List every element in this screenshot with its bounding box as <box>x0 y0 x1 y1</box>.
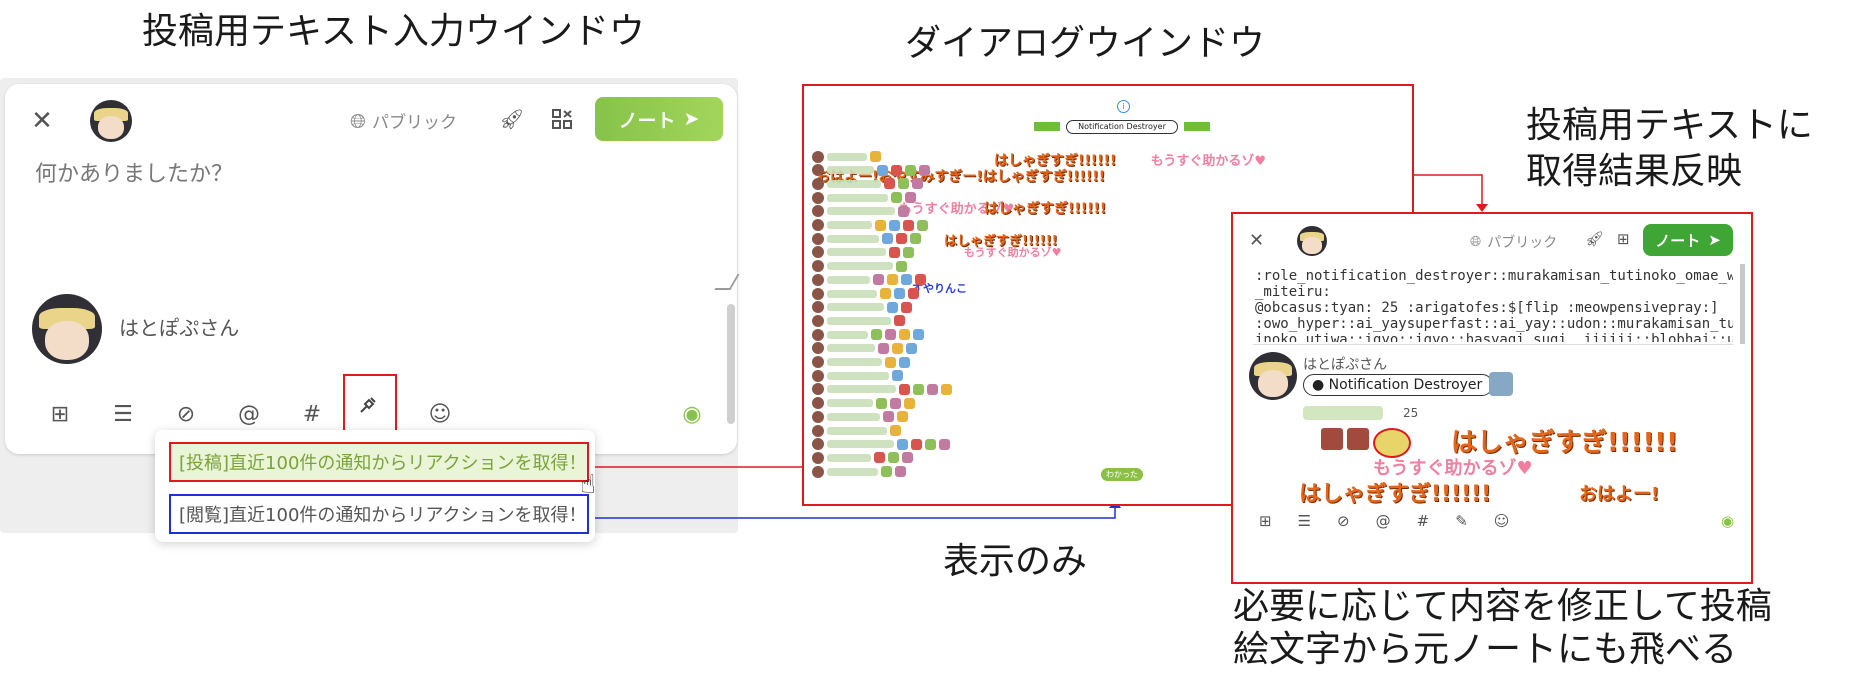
result-text-line: @obcasus:tyan: 25 :arigatofes:$[flip :me… <box>1255 300 1719 316</box>
result-visibility-label: パブリック <box>1487 235 1558 251</box>
result-poll-icon[interactable]: ☰ <box>1298 512 1311 536</box>
result-text-line: :owo_hyper::ai_yaysuperfast::ai_yay::udo… <box>1255 316 1733 332</box>
dialog-reaction-row <box>812 314 905 327</box>
dialog-badge: Notification Destroyer <box>1066 120 1178 134</box>
result-visibility-selector[interactable]: 🌐︎ パブリック <box>1470 232 1557 252</box>
result-blurred-name <box>1303 406 1383 420</box>
dialog-reaction-row <box>812 397 915 410</box>
dialog-reaction-row <box>812 438 950 451</box>
result-rocket-icon[interactable]: 🚀︎ <box>1585 230 1604 248</box>
result-ohayo-text: おはよー! <box>1579 484 1660 505</box>
result-cat-emoji <box>1489 372 1513 396</box>
ok-button[interactable]: わかった <box>1101 468 1143 481</box>
dialog-reaction-row <box>812 273 926 286</box>
dialog-reaction-row <box>812 328 924 341</box>
result-globe-icon: 🌐︎ <box>1470 234 1482 250</box>
result-plugin-icon[interactable]: ✎ <box>1455 512 1468 536</box>
blue-connector-to-dialog <box>595 504 1116 519</box>
result-badge: ● Notification Destroyer <box>1303 374 1493 396</box>
dialog-reaction-row <box>812 356 910 369</box>
result-text-line: _miteiru: <box>1255 284 1331 300</box>
result-avatar <box>1297 226 1327 256</box>
dialog-emoji-left <box>1034 122 1060 131</box>
dialog-reaction-row <box>812 191 916 204</box>
bomb-icon: ● <box>1312 377 1325 393</box>
result-textarea[interactable]: :role_notification_destroyer::murakamisa… <box>1255 268 1733 342</box>
dialog-reaction-row <box>812 369 903 382</box>
dialog-reaction-row <box>812 342 917 355</box>
dialog-reaction-row <box>812 246 914 259</box>
dialog-reaction-row <box>812 219 928 232</box>
result-note-post-button[interactable]: ノート ➤ <box>1643 224 1733 256</box>
result-toolbar: ⊞ ☰ ⊘ @ # ✎ ☺ <box>1259 512 1729 536</box>
result-send-icon: ➤ <box>1708 231 1721 249</box>
result-count: 25 <box>1403 406 1419 420</box>
result-divider <box>1253 344 1733 345</box>
result-text-content: :role_notification_destroyer::murakamisa… <box>1255 268 1733 342</box>
ok-button-label: わかった <box>1106 470 1138 479</box>
dialog-reaction-row <box>812 150 881 163</box>
result-preview-avatar <box>1249 352 1297 400</box>
dialog-reaction-row <box>812 164 930 177</box>
dialog-line-4: はしゃぎすぎ!!!!!! <box>984 201 1107 217</box>
result-plugin-grid-icon[interactable]: ⊞ <box>1617 230 1630 248</box>
result-hashtag-icon[interactable]: # <box>1417 512 1430 536</box>
dialog-reaction-row <box>812 383 952 396</box>
dialog-reaction-row <box>812 177 923 190</box>
result-badge-label: Notification Destroyer <box>1328 377 1483 393</box>
info-icon: i <box>1117 100 1130 113</box>
dialog-reaction-row <box>812 451 913 464</box>
dialog-line-6: もうすぐ助かるゾ♥ <box>964 246 1062 259</box>
dialog-reaction-row <box>812 301 912 314</box>
dialog-reaction-row <box>812 424 901 437</box>
dialog-reaction-row <box>812 260 907 273</box>
dialog-emoji-right <box>1184 122 1210 131</box>
dialog-reaction-row <box>812 410 908 423</box>
result-mention-icon[interactable]: @ <box>1376 512 1391 536</box>
red-connector-to-result <box>1410 174 1483 210</box>
result-emoji-icon[interactable]: ☺ <box>1494 512 1510 536</box>
result-window: ✕ 🌐︎ パブリック 🚀︎ ⊞ ノート ➤ :role_notification… <box>1231 212 1753 584</box>
dialog-reaction-row <box>812 287 919 300</box>
dialog-reaction-row <box>812 232 921 245</box>
result-close-icon[interactable]: ✕ <box>1249 230 1264 251</box>
result-text-line: :role_notification_destroyer::murakamisa… <box>1255 268 1733 284</box>
result-user-name: はとぽぷさん <box>1303 357 1388 373</box>
result-big-text-2: はしゃぎすぎ!!!!!! <box>1299 482 1492 507</box>
dialog-badge-label: Notification Destroyer <box>1078 122 1166 131</box>
dialog-reaction-row <box>812 465 906 478</box>
result-scrollbar[interactable] <box>1740 264 1745 344</box>
result-note-button-label: ノート <box>1655 231 1701 250</box>
result-hide-eye-icon[interactable]: ⊘ <box>1337 512 1350 536</box>
dialog-reaction-row <box>812 205 909 218</box>
result-preview-eye-icon[interactable]: ◉ <box>1721 512 1734 530</box>
result-image-add-icon[interactable]: ⊞ <box>1259 512 1272 536</box>
result-text-line: inoko_utiwa::igyo::igyo::hasyagi_sugi__i… <box>1255 332 1733 342</box>
